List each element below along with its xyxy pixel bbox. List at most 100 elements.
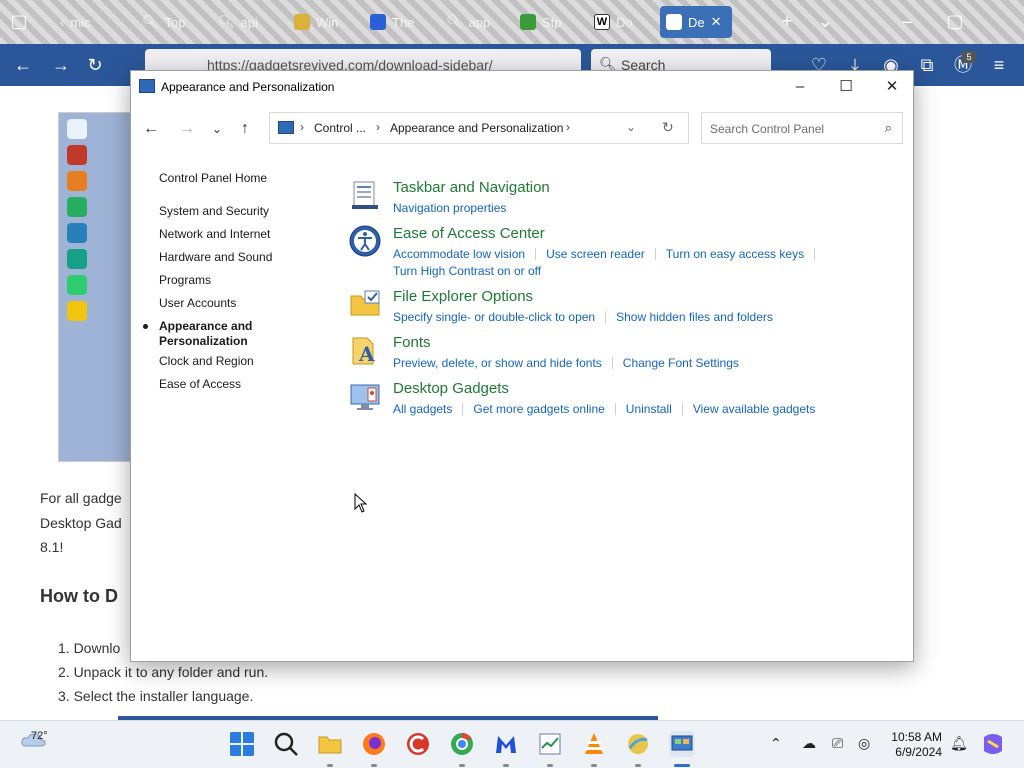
network-icon[interactable]: ◎ [858, 735, 870, 752]
search-icon: 🔍︎ [446, 14, 463, 29]
notification-bell-icon[interactable]: 🔔︎ [950, 735, 968, 752]
fonts-icon: A [352, 337, 375, 366]
copilot-icon[interactable] [980, 731, 1006, 757]
search-control-panel-input[interactable]: Search Control Panel ⌕ [701, 112, 903, 144]
tab-label: Do [616, 14, 633, 30]
vlc-icon[interactable] [581, 731, 607, 757]
nav-ease-of-access[interactable]: Ease of Access [159, 377, 241, 391]
nav-appearance-and-personalization: Personalization [159, 334, 248, 348]
running-indicator [459, 764, 465, 767]
article-heading: How to D [40, 586, 118, 606]
link-single-double-click[interactable]: Specify single- or double-click to open [393, 310, 595, 324]
chevron-down-icon[interactable]: ⌄ [626, 120, 636, 134]
tab-list-icon[interactable]: ⌄ [814, 10, 836, 32]
nav-system-and-security[interactable]: System and Security [159, 204, 269, 218]
maximize-button[interactable]: ☐ [823, 73, 869, 101]
task-manager-icon[interactable] [537, 731, 563, 757]
weather-temperature[interactable]: 72° [31, 730, 48, 742]
link-uninstall[interactable]: Uninstall [626, 402, 672, 416]
running-indicator [547, 764, 553, 767]
control-panel-taskbar-icon[interactable] [669, 731, 695, 757]
nav-clock-and-region[interactable]: Clock and Region [159, 354, 254, 368]
reload-icon[interactable]: ↻ [84, 54, 106, 76]
article-step: 2. Unpack it to any folder and run. [58, 664, 269, 680]
close-button[interactable]: ✕ [869, 73, 915, 101]
nav-control-panel-home[interactable]: Control Panel Home [159, 171, 267, 185]
chrome-icon[interactable] [449, 731, 475, 757]
link-get-more-gadgets-online[interactable]: Get more gadgets online [473, 402, 604, 416]
link-show-hidden-files[interactable]: Show hidden files and folders [616, 310, 773, 324]
firefox-icon[interactable] [361, 731, 387, 757]
article-text: Desktop Gad [40, 515, 122, 531]
link-navigation-properties[interactable]: Navigation properties [393, 201, 506, 215]
back-button[interactable]: ← [139, 117, 163, 141]
maximize-icon[interactable]: ▢ [944, 10, 966, 32]
browser-tab[interactable]: 🔍︎ Top [136, 6, 191, 38]
mouse-pointer-icon [354, 493, 368, 513]
nav-network-and-internet[interactable]: Network and Internet [159, 227, 270, 241]
nav-user-accounts[interactable]: User Accounts [159, 296, 236, 310]
category-title-fonts[interactable]: Fonts [393, 334, 431, 351]
link-turn-on-easy-access-keys[interactable]: Turn on easy access keys [666, 247, 804, 261]
ccleaner-icon[interactable] [405, 731, 431, 757]
site-favicon-icon [294, 14, 310, 30]
browser-tab[interactable]: The [364, 6, 420, 38]
extensions-icon[interactable]: ⧉ [916, 54, 938, 76]
browser-tab[interactable]: 🔍︎ app [440, 6, 496, 38]
link-preview-delete-fonts[interactable]: Preview, delete, or show and hide fonts [393, 356, 602, 370]
window-title-bar[interactable]: Appearance and Personalization – ☐ ✕ [131, 71, 913, 103]
article-screenshot [58, 112, 132, 462]
chevron-up-icon[interactable]: ⌃ [770, 735, 782, 752]
forward-button[interactable]: → [175, 117, 199, 141]
category-links: Preview, delete, or show and hide fonts C… [393, 354, 873, 371]
folder-options-icon [350, 290, 380, 316]
minimize-button[interactable]: – [777, 73, 823, 101]
link-change-font-settings[interactable]: Change Font Settings [623, 356, 739, 370]
start-icon[interactable] [229, 731, 255, 757]
category-title-ease-of-access[interactable]: Ease of Access Center [393, 225, 545, 242]
category-title-taskbar[interactable]: Taskbar and Navigation [393, 179, 550, 196]
minimize-icon[interactable]: – [896, 10, 918, 32]
address-bar[interactable]: › Control ... › Appearance and Personali… [269, 112, 689, 144]
ease-of-access-icon [349, 225, 381, 257]
menu-icon[interactable]: ≡ [988, 54, 1010, 76]
tab-label: Stp [542, 14, 562, 30]
recent-locations-button[interactable]: ⌄ [205, 117, 229, 141]
link-separator [614, 402, 616, 415]
breadcrumb-appearance[interactable]: Appearance and Personalization [390, 121, 563, 135]
category-links: Navigation properties [393, 199, 873, 216]
link-turn-high-contrast[interactable]: Turn High Contrast on or off [393, 264, 541, 278]
app-icon[interactable] [625, 731, 651, 757]
link-all-gadgets[interactable]: All gadgets [393, 402, 452, 416]
link-use-screen-reader[interactable]: Use screen reader [546, 247, 645, 261]
search-icon[interactable] [273, 731, 299, 757]
browser-tab[interactable]: ‹ mic [54, 6, 97, 38]
desktop-icon [67, 249, 87, 269]
forward-icon[interactable]: → [50, 54, 72, 76]
display-icon[interactable]: ⎚ [832, 735, 843, 752]
file-explorer-icon[interactable] [317, 731, 343, 757]
breadcrumb-control-panel[interactable]: Control ... [314, 121, 366, 135]
nav-programs[interactable]: Programs [159, 273, 211, 287]
onedrive-icon[interactable]: ☁ [802, 735, 816, 752]
link-separator [654, 247, 656, 260]
browser-tab[interactable]: 🔍︎ api [212, 6, 264, 38]
system-clock[interactable]: 10:58 AM 6/9/2024 [880, 730, 942, 760]
malwarebytes-icon[interactable] [493, 731, 519, 757]
up-button[interactable]: ↑ [233, 117, 257, 141]
browser-tab-active[interactable]: De ✕ [660, 6, 732, 38]
link-view-available-gadgets[interactable]: View available gadgets [693, 402, 816, 416]
nav-hardware-and-sound[interactable]: Hardware and Sound [159, 250, 272, 264]
browser-tab[interactable]: Win [288, 6, 344, 38]
close-tab-icon[interactable]: ✕ [711, 14, 722, 30]
category-title-desktop-gadgets[interactable]: Desktop Gadgets [393, 380, 509, 397]
category-title-file-explorer[interactable]: File Explorer Options [393, 288, 533, 305]
search-placeholder: Search Control Panel [710, 122, 825, 136]
refresh-icon[interactable]: ↻ [662, 119, 674, 136]
browser-tab[interactable]: W Do [588, 6, 639, 38]
link-accommodate-low-vision[interactable]: Accommodate low vision [393, 247, 525, 261]
browser-tab[interactable]: Stp [514, 6, 568, 38]
new-tab-icon[interactable]: + [776, 10, 798, 32]
back-icon[interactable]: ← [12, 54, 34, 76]
tab-actions-icon[interactable]: ▢ [8, 10, 30, 32]
